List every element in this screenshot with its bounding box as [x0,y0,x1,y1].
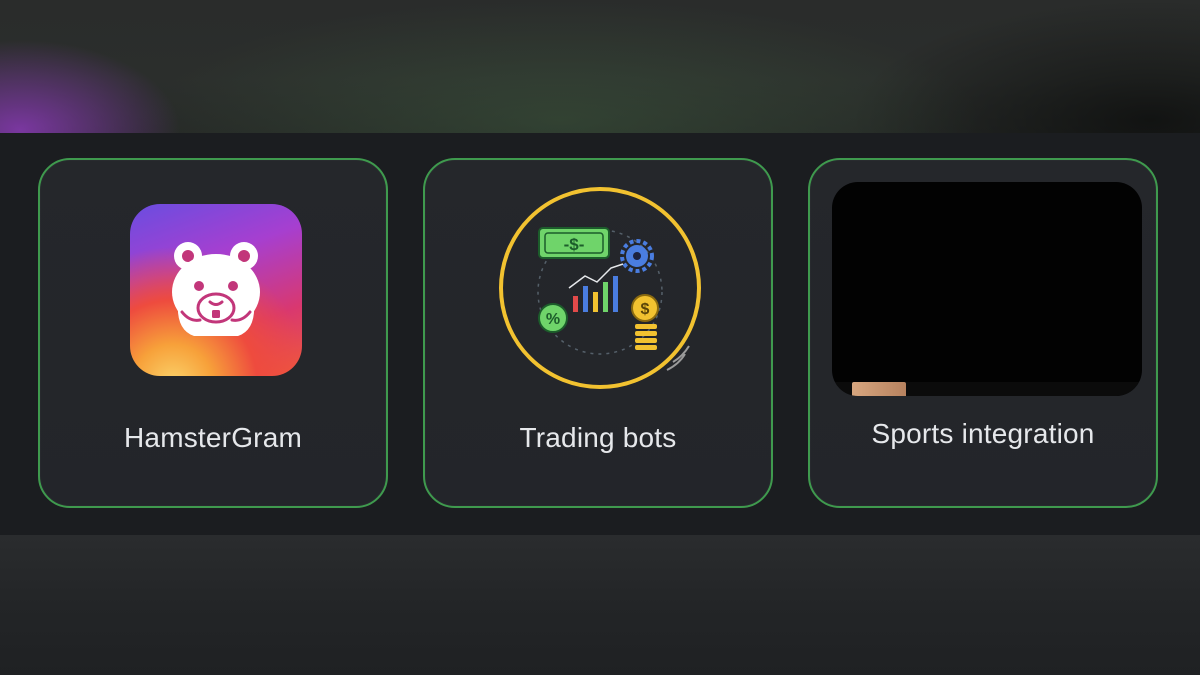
hamster-app-icon [130,204,302,376]
card-trading-bots[interactable]: -$- % $ Trading bots [423,158,773,508]
card-hamstergram[interactable]: HamsterGram [38,158,388,508]
svg-text:-$-: -$- [564,235,585,254]
top-background [0,0,1200,133]
hamster-icon [172,242,260,336]
video-preview [832,182,1142,396]
bottom-background [0,535,1200,675]
card-label: HamsterGram [124,422,302,453]
svg-text:$: $ [641,301,650,318]
trading-bots-icon: -$- % $ [499,187,701,389]
card-label: Sports integration [871,418,1095,449]
svg-text:%: % [546,311,560,328]
card-sports-integration[interactable]: Sports integration [808,158,1158,508]
video-thumbnail-fragment [852,382,906,396]
card-label: Trading bots [519,422,677,453]
